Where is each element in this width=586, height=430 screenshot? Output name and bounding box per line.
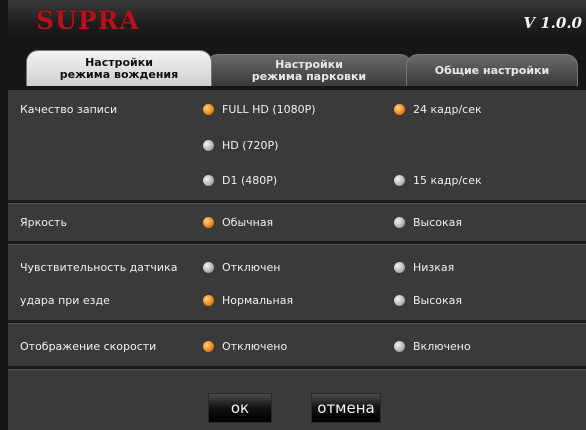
brightness-label: Яркость: [20, 216, 67, 229]
settings-tabs: Настройки режима вождения Настройки режи…: [8, 50, 586, 90]
radio-unselected-icon: [394, 262, 405, 273]
speed-display-option-off[interactable]: Отключено: [203, 340, 287, 353]
framerate-option-24[interactable]: 24 кадр/сек: [394, 103, 482, 116]
section-divider: [8, 200, 586, 204]
radio-selected-icon: [203, 295, 214, 306]
sensitivity-option-off[interactable]: Отключен: [203, 261, 280, 274]
section-divider: [8, 320, 586, 324]
speed-display-off-label: Отключено: [222, 340, 288, 353]
radio-unselected-icon: [394, 217, 405, 228]
section-divider: [8, 366, 586, 370]
speed-display-on-label: Включено: [413, 340, 471, 353]
app-window: SUPRA V 1.0.0 Настройки режима вождения …: [0, 0, 586, 430]
radio-selected-icon: [394, 104, 405, 115]
tab-parking-mode[interactable]: Настройки режима парковки: [206, 54, 412, 86]
brightness-option-high[interactable]: Высокая: [394, 216, 462, 229]
speed-display-label: Отображение скорости: [20, 340, 157, 353]
tab-driving-mode-line2: режима вождения: [59, 67, 179, 81]
radio-selected-icon: [203, 341, 214, 352]
section-divider: [8, 241, 586, 245]
tab-parking-mode-line1: Настройки: [275, 57, 343, 71]
tab-general-settings-label: Общие настройки: [434, 63, 550, 77]
framerate-24-label: 24 кадр/сек: [413, 103, 482, 116]
sensitivity-high-label: Высокая: [413, 294, 463, 307]
radio-unselected-icon: [203, 175, 214, 186]
radio-unselected-icon: [203, 140, 214, 151]
tab-driving-mode-line1: Настройки: [85, 55, 153, 69]
sensitivity-off-label: Отключен: [222, 261, 281, 274]
framerate-15-label: 15 кадр/сек: [413, 174, 482, 187]
supra-logo: SUPRA: [36, 6, 140, 35]
resolution-480p-label: D1 (480P): [222, 174, 278, 187]
radio-selected-icon: [203, 104, 214, 115]
tab-driving-mode[interactable]: Настройки режима вождения: [26, 50, 212, 86]
resolution-1080p-label: FULL HD (1080P): [222, 103, 316, 116]
speed-display-option-on[interactable]: Включено: [394, 340, 471, 353]
resolution-option-720p[interactable]: HD (720P): [203, 139, 278, 152]
recording-quality-label: Качество записи: [20, 103, 118, 116]
brightness-high-label: Высокая: [413, 216, 463, 229]
tab-general-settings[interactable]: Общие настройки: [406, 54, 578, 86]
resolution-720p-label: HD (720P): [222, 139, 279, 152]
radio-unselected-icon: [203, 262, 214, 273]
version-label: V 1.0.0: [523, 14, 582, 32]
brightness-normal-label: Обычная: [222, 216, 274, 229]
radio-selected-icon: [203, 217, 214, 228]
tab-parking-mode-line2: режима парковки: [251, 69, 367, 83]
radio-unselected-icon: [394, 341, 405, 352]
sensitivity-normal-label: Нормальная: [222, 294, 294, 307]
brightness-option-normal[interactable]: Обычная: [203, 216, 273, 229]
cancel-button[interactable]: отмена: [311, 393, 381, 423]
sensitivity-option-high[interactable]: Высокая: [394, 294, 462, 307]
sensitivity-label-line2: удара при езде: [20, 294, 110, 307]
title-bar: SUPRA V 1.0.0: [8, 0, 586, 42]
sensitivity-low-label: Низкая: [413, 261, 455, 274]
framerate-option-15[interactable]: 15 кадр/сек: [394, 174, 482, 187]
sensitivity-option-low[interactable]: Низкая: [394, 261, 454, 274]
resolution-option-1080p[interactable]: FULL HD (1080P): [203, 103, 316, 116]
settings-panel: Качество записи FULL HD (1080P) 24 кадр/…: [8, 90, 586, 430]
radio-unselected-icon: [394, 175, 405, 186]
sensitivity-label-line1: Чувствительность датчика: [20, 261, 178, 274]
ok-button[interactable]: ок: [208, 393, 272, 423]
sensitivity-option-normal[interactable]: Нормальная: [203, 294, 293, 307]
radio-unselected-icon: [394, 295, 405, 306]
resolution-option-480p[interactable]: D1 (480P): [203, 174, 277, 187]
